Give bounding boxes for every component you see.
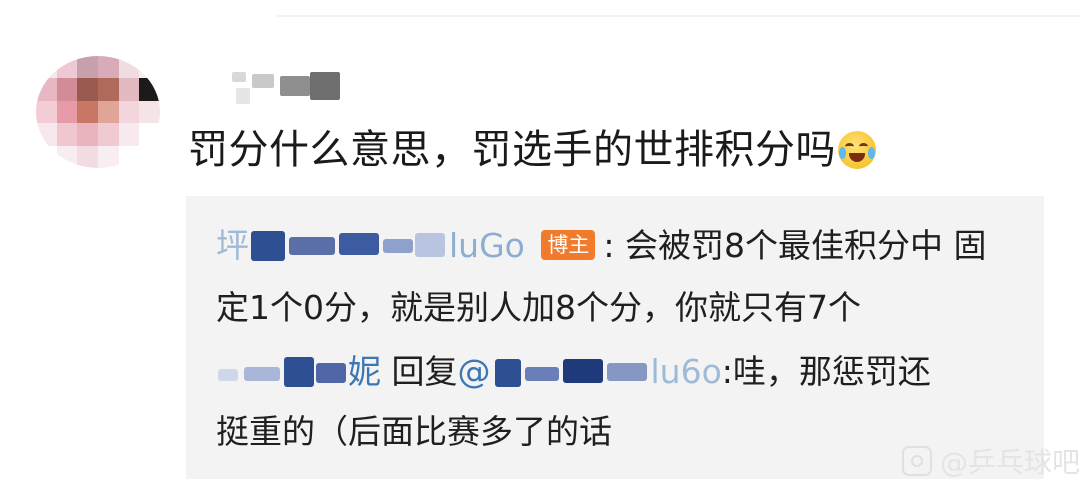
reply-1-author-redacted [249,227,449,263]
reply-1-line-1: 坪 luGo 博主: 会被罚8个最佳积分中 固 [216,222,986,270]
watermark: @乒乓球吧 [901,443,1080,479]
reply-box[interactable]: 坪 luGo 博主: 会被罚8个最佳积分中 固 定1个0分，就是别人加8个分，你… [186,196,1044,479]
reply-2-mention[interactable]: @ lu6o [458,352,722,391]
reply-2-author-redacted [216,353,348,389]
reply-2-mention-redacted [491,353,651,389]
reply-2-reply-word: 回复 [391,352,458,391]
reply-2-text-1: :哇，那惩罚还 [721,352,931,391]
comment-screen: 罚分什么意思，罚选手的世排积分吗 坪 luGo 博主: 会被罚8个最佳积分中 固… [0,0,1080,489]
comment-text: 罚分什么意思，罚选手的世排积分吗 [188,124,876,176]
reply-1-author[interactable]: 坪 luGo [216,226,535,265]
reply-2-author[interactable]: 妮 [216,352,392,391]
laugh-cry-emoji-icon [838,131,876,169]
reply-2-line-1: 妮 回复@ lu6o:哇，那惩罚还 [216,348,931,396]
reply-2-mention-at: @ [457,352,491,391]
reply-2-mention-suffix: lu6o [650,352,722,391]
avatar[interactable] [36,56,160,168]
reply-2-line-2: 挺重的（后面比赛多了的话 [216,412,612,451]
weibo-logo-icon [901,446,932,476]
reply-1-author-suffix: luGo [449,226,525,265]
username-redacted[interactable] [196,70,346,108]
comment-body: 罚分什么意思，罚选手的世排积分吗 [188,127,836,173]
divider [277,15,1080,17]
reply-1-author-visible: 坪 [216,226,249,265]
watermark-text: @乒乓球吧 [939,446,1080,479]
reply-1-line-2: 定1个0分，就是别人加8个分，你就只有7个 [216,288,861,327]
reply-1-text-1: : 会被罚8个最佳积分中 固 [603,226,987,265]
reply-2-author-visible: 妮 [348,352,381,391]
blogger-badge: 博主 [541,230,596,260]
